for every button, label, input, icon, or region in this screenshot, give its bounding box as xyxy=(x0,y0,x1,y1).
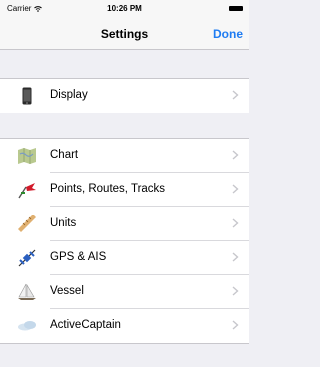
row-activecaptain[interactable]: ActiveCaptain xyxy=(0,309,249,343)
settings-screen: Carrier 10:26 PM Settings Done Display C… xyxy=(0,0,249,367)
row-chart[interactable]: Chart xyxy=(0,139,249,173)
chevron-right-icon xyxy=(232,150,239,160)
chevron-right-icon xyxy=(232,90,239,100)
settings-group-display: Display xyxy=(0,78,249,113)
navigation-bar: Settings Done xyxy=(0,18,249,50)
page-title: Settings xyxy=(100,27,149,41)
ruler-icon xyxy=(16,214,38,234)
status-time: 10:26 PM xyxy=(107,4,142,13)
row-label: GPS & AIS xyxy=(50,251,107,263)
sailboat-icon xyxy=(16,282,38,302)
flag-icon xyxy=(16,180,38,200)
row-label: Chart xyxy=(50,149,79,161)
chevron-right-icon xyxy=(232,184,239,194)
satellite-icon xyxy=(16,248,38,268)
row-units[interactable]: Units xyxy=(0,207,249,241)
chevron-right-icon xyxy=(232,218,239,228)
status-bar: Carrier 10:26 PM xyxy=(0,0,249,18)
row-gps-ais[interactable]: GPS & AIS xyxy=(0,241,249,275)
row-label: Units xyxy=(50,217,77,229)
battery-icon xyxy=(229,6,243,11)
chevron-right-icon xyxy=(232,286,239,296)
row-label: Points, Routes, Tracks xyxy=(50,183,166,195)
chevron-right-icon xyxy=(232,320,239,330)
row-label: Vessel xyxy=(50,285,84,297)
row-display[interactable]: Display xyxy=(0,79,249,113)
chevron-right-icon xyxy=(232,252,239,262)
settings-group-main: Chart Points, Routes, Tracks Units GPS &… xyxy=(0,138,249,344)
cloud-icon xyxy=(16,316,38,336)
row-vessel[interactable]: Vessel xyxy=(0,275,249,309)
row-label: Display xyxy=(50,89,88,101)
map-icon xyxy=(16,146,38,166)
done-button[interactable]: Done xyxy=(213,27,243,41)
row-points-routes-tracks[interactable]: Points, Routes, Tracks xyxy=(0,173,249,207)
phone-icon xyxy=(16,86,38,106)
row-label: ActiveCaptain xyxy=(50,319,121,331)
